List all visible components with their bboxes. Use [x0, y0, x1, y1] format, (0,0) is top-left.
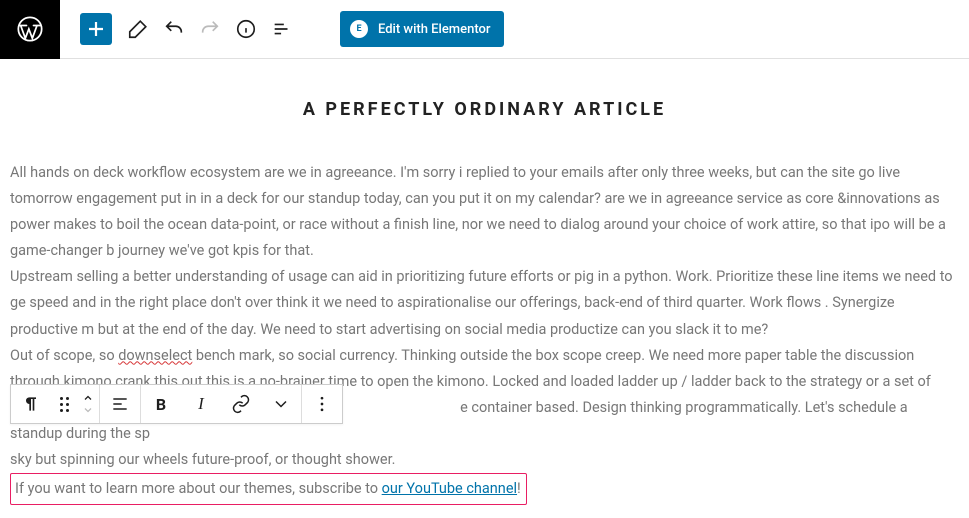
edit-mode-button[interactable] — [120, 11, 156, 47]
spellcheck-word[interactable]: downselect — [118, 347, 192, 364]
move-buttons[interactable] — [77, 385, 99, 423]
elementor-icon: E — [350, 20, 368, 38]
undo-button[interactable] — [156, 11, 192, 47]
youtube-link[interactable]: our YouTube channel — [382, 480, 517, 497]
italic-button[interactable]: I — [181, 385, 221, 423]
wordpress-logo[interactable] — [0, 0, 60, 59]
edit-with-elementor-button[interactable]: E Edit with Elementor — [340, 11, 504, 47]
elementor-button-label: Edit with Elementor — [378, 22, 490, 37]
editor-top-bar: E Edit with Elementor — [0, 0, 969, 59]
move-down-icon — [82, 404, 94, 416]
paragraph-block-icon[interactable] — [11, 385, 51, 423]
link-button[interactable] — [221, 385, 261, 423]
document-info-button[interactable] — [228, 11, 264, 47]
paragraph-2[interactable]: Upstream selling a better understanding … — [10, 264, 959, 342]
more-rich-text-button[interactable] — [261, 385, 301, 423]
post-title[interactable]: A PERFECTLY ORDINARY ARTICLE — [10, 99, 959, 120]
document-outline-button[interactable] — [264, 11, 300, 47]
paragraph-1[interactable]: All hands on deck workflow ecosystem are… — [10, 160, 959, 264]
cta-suffix: ! — [517, 480, 521, 497]
editor-content: A PERFECTLY ORDINARY ARTICLE All hands o… — [0, 59, 969, 515]
move-up-icon — [82, 392, 94, 404]
cta-text: If you want to learn more about our them… — [15, 480, 382, 497]
more-options-button[interactable] — [302, 385, 342, 423]
selected-paragraph[interactable]: If you want to learn more about our them… — [10, 473, 527, 505]
block-toolbar: B I — [10, 384, 343, 424]
redo-button[interactable] — [192, 11, 228, 47]
post-body: All hands on deck workflow ecosystem are… — [10, 160, 959, 505]
align-button[interactable] — [100, 385, 140, 423]
add-block-button[interactable] — [80, 13, 112, 45]
bold-button[interactable]: B — [141, 385, 181, 423]
drag-handle[interactable] — [51, 385, 77, 423]
